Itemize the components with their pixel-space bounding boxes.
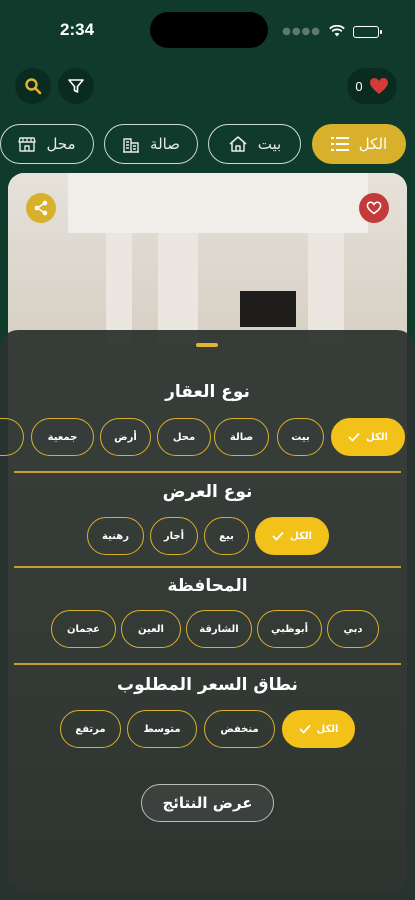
search-icon: [25, 78, 42, 95]
photo-pillar: [158, 233, 198, 343]
category-chip-hall[interactable]: صالة: [104, 124, 198, 164]
favorites-count: 0: [355, 78, 363, 94]
property-type-option-house[interactable]: بيت: [277, 418, 324, 456]
category-chip-house[interactable]: بيت: [208, 124, 301, 164]
share-button[interactable]: [26, 193, 56, 223]
share-icon: [34, 200, 48, 216]
category-chips: الكل بيت صالة محل: [0, 124, 415, 166]
offer-type-option-mortgage[interactable]: رهنية: [87, 517, 144, 555]
governorate-title: المحافظة: [167, 576, 248, 596]
sheet-handle[interactable]: [196, 343, 218, 347]
status-bar: 2:34 ●●●●: [0, 0, 415, 60]
section-divider: [14, 566, 401, 568]
price-range-option-medium[interactable]: متوسط: [127, 710, 197, 748]
list-icon: [330, 137, 349, 151]
status-icons: ●●●●: [282, 22, 382, 41]
governorate-option-dubai[interactable]: دبي: [327, 610, 379, 648]
offer-type-option-all[interactable]: الكل: [255, 517, 329, 555]
governorate-option-sharjah[interactable]: الشارقة: [186, 610, 252, 648]
property-type-option-overflow[interactable]: [0, 418, 24, 456]
dynamic-island: [150, 12, 268, 48]
section-divider: [14, 471, 401, 473]
search-button[interactable]: [15, 68, 51, 104]
property-type-title: نوع العقار: [165, 382, 250, 402]
property-type-option-all[interactable]: الكل: [331, 418, 405, 456]
filter-button[interactable]: [58, 68, 94, 104]
governorate-option-al-ain[interactable]: العين: [121, 610, 181, 648]
price-range-option-low[interactable]: منخفض: [204, 710, 275, 748]
shop-icon: [18, 137, 37, 152]
check-icon: [272, 531, 284, 541]
property-type-option-land[interactable]: أرض: [100, 418, 151, 456]
governorate-option-abu-dhabi[interactable]: أبوظبي: [257, 610, 322, 648]
check-icon: [298, 724, 311, 734]
category-label: بيت: [257, 135, 282, 153]
heart-outline-icon: [366, 201, 382, 215]
category-label: الكل: [358, 135, 388, 153]
funnel-icon: [68, 79, 84, 93]
category-label: محل: [46, 135, 76, 153]
photo-pillar: [308, 233, 344, 343]
offer-type-title: نوع العرض: [162, 482, 253, 502]
category-chip-all[interactable]: الكل: [312, 124, 406, 164]
show-results-button[interactable]: عرض النتائج: [141, 784, 274, 822]
house-icon: [229, 136, 247, 152]
check-icon: [348, 432, 360, 442]
filter-sheet: نوع العقار الكل بيت صالة محل أرض جمعية ن…: [0, 330, 415, 900]
status-time: 2:34: [60, 20, 95, 39]
wifi-icon: [329, 22, 345, 41]
property-type-option-shop[interactable]: محل: [157, 418, 211, 456]
property-type-option-association[interactable]: جمعية: [31, 418, 94, 456]
governorate-option-ajman[interactable]: عجمان: [51, 610, 116, 648]
property-type-option-hall[interactable]: صالة: [214, 418, 269, 456]
category-label: صالة: [150, 135, 180, 153]
signal-icon: ●●●●: [282, 26, 321, 37]
price-range-option-high[interactable]: مرتفع: [60, 710, 121, 748]
photo-ceiling: [68, 173, 368, 233]
building-icon: [123, 138, 140, 153]
photo-pillar: [106, 233, 132, 343]
heart-icon: [369, 78, 388, 94]
offer-type-option-rent[interactable]: أجار: [150, 517, 198, 555]
photo-tv: [240, 291, 296, 327]
price-range-option-all[interactable]: الكل: [282, 710, 355, 748]
favorite-toggle-button[interactable]: [359, 193, 389, 223]
category-chip-shop[interactable]: محل: [0, 124, 94, 164]
section-divider: [14, 663, 401, 665]
offer-type-option-sale[interactable]: بيع: [204, 517, 249, 555]
price-range-title: نطاق السعر المطلوب: [117, 675, 298, 695]
battery-icon: [353, 25, 382, 38]
favorites-button[interactable]: 0: [347, 68, 397, 104]
